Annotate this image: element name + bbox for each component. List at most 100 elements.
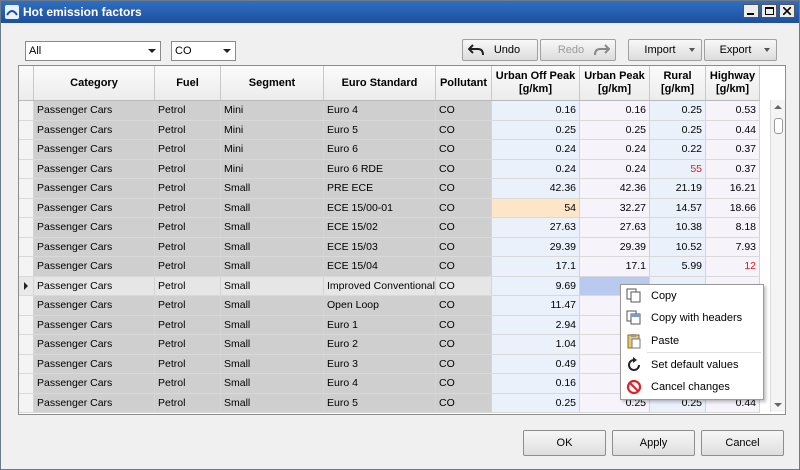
table-cell[interactable]: Petrol (155, 237, 221, 256)
table-cell[interactable]: Euro 1 (324, 315, 436, 334)
row-indicator[interactable] (19, 120, 34, 139)
table-cell[interactable]: 27.63 (580, 218, 650, 237)
table-cell[interactable]: 9.69 (492, 276, 580, 295)
row-indicator[interactable] (19, 276, 34, 295)
table-cell[interactable]: CO (436, 315, 492, 334)
table-cell[interactable]: CO (436, 198, 492, 217)
table-cell[interactable]: 0.37 (706, 140, 760, 159)
row-indicator[interactable] (19, 237, 34, 256)
table-row[interactable]: Passenger Cars Petrol Mini Euro 5 CO 0.25 0.25… (19, 120, 760, 140)
title-bar[interactable]: Hot emission factors (1, 1, 799, 23)
table-cell[interactable]: 0.16 (580, 101, 650, 120)
table-cell[interactable]: Small (221, 374, 324, 393)
table-cell[interactable]: Passenger Cars (34, 198, 155, 217)
table-cell[interactable]: Mini (221, 120, 324, 139)
row-indicator[interactable] (19, 393, 34, 412)
table-cell[interactable]: 42.36 (580, 179, 650, 198)
table-cell[interactable]: 0.16 (492, 374, 580, 393)
table-cell[interactable]: Passenger Cars (34, 374, 155, 393)
table-cell[interactable]: CO (436, 374, 492, 393)
table-cell[interactable]: 10.52 (650, 237, 706, 256)
table-cell[interactable]: 18.66 (706, 198, 760, 217)
context-menu-copy-with-headers[interactable]: Copy with headers (621, 308, 761, 328)
table-cell[interactable]: 21.19 (650, 179, 706, 198)
table-cell[interactable]: Petrol (155, 335, 221, 354)
table-cell[interactable]: Small (221, 198, 324, 217)
table-cell[interactable]: Mini (221, 159, 324, 178)
undo-button[interactable]: Undo (462, 39, 538, 61)
table-row[interactable]: Passenger Cars Petrol Small ECE 15/00-01 CO 5… (19, 198, 760, 218)
table-row[interactable]: Passenger Cars Petrol Small ECE 15/04 CO 17.1… (19, 257, 760, 277)
table-cell[interactable]: CO (436, 393, 492, 412)
table-cell[interactable]: 0.25 (580, 120, 650, 139)
table-cell[interactable]: CO (436, 276, 492, 295)
column-header[interactable]: Urban Peak [g/km] (580, 66, 650, 100)
table-cell[interactable]: 0.24 (580, 159, 650, 178)
table-row[interactable]: Passenger Cars Petrol Mini Euro 4 CO 0.16 0.16… (19, 101, 760, 121)
table-cell[interactable]: 0.44 (706, 120, 760, 139)
table-cell[interactable]: 8.18 (706, 218, 760, 237)
context-menu-cancel-changes[interactable]: Cancel changes (621, 377, 761, 397)
table-cell[interactable]: Small (221, 237, 324, 256)
table-cell[interactable]: Passenger Cars (34, 315, 155, 334)
table-cell[interactable]: Petrol (155, 393, 221, 412)
table-cell[interactable]: 2.94 (492, 315, 580, 334)
table-cell[interactable]: Small (221, 335, 324, 354)
table-cell[interactable]: ECE 15/03 (324, 237, 436, 256)
table-cell[interactable]: Small (221, 218, 324, 237)
table-cell[interactable]: 5.99 (650, 257, 706, 276)
table-cell[interactable]: Petrol (155, 179, 221, 198)
table-cell[interactable]: Passenger Cars (34, 257, 155, 276)
pollutant-combo[interactable]: CO (171, 41, 236, 61)
table-row[interactable]: Passenger Cars Petrol Small ECE 15/02 CO 27.6… (19, 218, 760, 238)
table-cell[interactable]: Euro 4 (324, 374, 436, 393)
table-cell[interactable]: Euro 5 (324, 120, 436, 139)
table-cell[interactable]: 29.39 (492, 237, 580, 256)
table-cell[interactable]: 0.25 (650, 101, 706, 120)
table-cell[interactable]: Mini (221, 101, 324, 120)
table-cell[interactable]: 0.25 (492, 120, 580, 139)
table-cell[interactable]: 0.25 (492, 393, 580, 412)
table-cell[interactable]: Small (221, 179, 324, 198)
filter-combo[interactable]: All (25, 41, 161, 61)
table-cell[interactable]: Passenger Cars (34, 276, 155, 295)
table-cell[interactable]: Petrol (155, 374, 221, 393)
row-indicator[interactable] (19, 315, 34, 334)
row-indicator[interactable] (19, 374, 34, 393)
table-cell[interactable]: 0.24 (492, 159, 580, 178)
table-cell[interactable]: 0.22 (650, 140, 706, 159)
column-header[interactable]: Pollutant (436, 66, 492, 100)
table-cell[interactable]: 0.37 (706, 159, 760, 178)
table-cell[interactable]: Passenger Cars (34, 296, 155, 315)
table-cell[interactable]: Petrol (155, 198, 221, 217)
table-row[interactable]: Passenger Cars Petrol Small ECE 15/03 CO 29.3… (19, 237, 760, 257)
table-cell[interactable]: Petrol (155, 354, 221, 373)
table-cell[interactable]: 0.16 (492, 101, 580, 120)
table-cell[interactable]: 16.21 (706, 179, 760, 198)
column-header[interactable]: Segment (221, 66, 324, 100)
cancel-button[interactable]: Cancel (701, 430, 784, 456)
table-cell[interactable]: Open Loop (324, 296, 436, 315)
row-indicator[interactable] (19, 335, 34, 354)
table-cell[interactable]: 0.49 (492, 354, 580, 373)
table-cell[interactable]: CO (436, 218, 492, 237)
column-header[interactable]: Category (34, 66, 155, 100)
table-cell[interactable]: Euro 2 (324, 335, 436, 354)
table-cell[interactable]: 32.27 (580, 198, 650, 217)
table-cell[interactable]: Passenger Cars (34, 120, 155, 139)
table-cell[interactable]: 12 (706, 257, 760, 276)
table-row[interactable]: Passenger Cars Petrol Mini Euro 6 CO 0.24 0.24… (19, 140, 760, 160)
table-cell[interactable]: Passenger Cars (34, 393, 155, 412)
table-cell[interactable]: Euro 4 (324, 101, 436, 120)
table-cell[interactable]: Petrol (155, 296, 221, 315)
table-cell[interactable]: Small (221, 315, 324, 334)
table-cell[interactable]: 10.38 (650, 218, 706, 237)
export-button[interactable]: Export (704, 39, 777, 61)
column-header[interactable]: Urban Off Peak [g/km] (492, 66, 580, 100)
table-cell[interactable]: 14.57 (650, 198, 706, 217)
table-cell[interactable]: Passenger Cars (34, 237, 155, 256)
row-indicator[interactable] (19, 354, 34, 373)
table-cell[interactable]: Petrol (155, 315, 221, 334)
column-header[interactable]: Highway [g/km] (706, 66, 760, 100)
table-cell[interactable]: Small (221, 354, 324, 373)
